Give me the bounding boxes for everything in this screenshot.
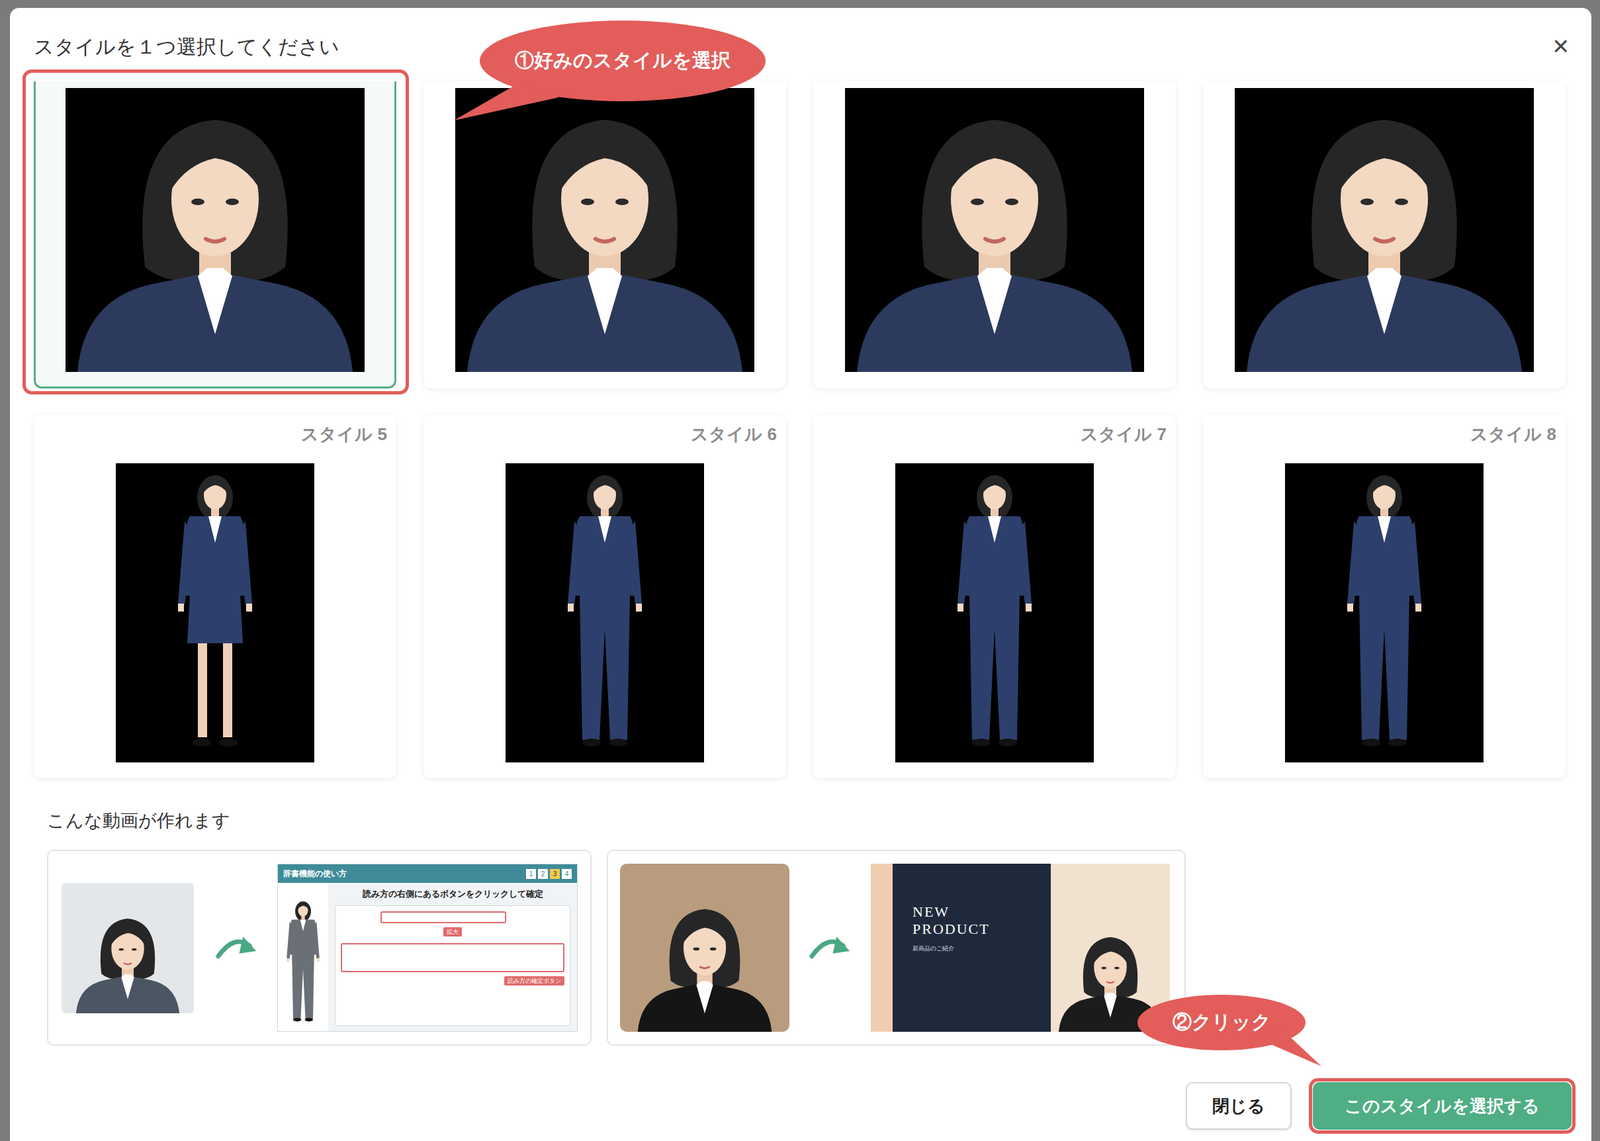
screenshot-header: 辞書機能の使い方 1234 bbox=[277, 864, 578, 883]
slide-panel: NEW PRODUCT 新商品のご紹介 bbox=[892, 863, 1051, 1032]
examples-row: 辞書機能の使い方 1234 読み方の右側にあるボタンをクリックして確定拡大読み方の確… bbox=[9, 849, 1592, 1046]
portrait-image bbox=[1234, 88, 1534, 372]
full-body-image bbox=[115, 463, 315, 763]
step-list: 1234 bbox=[526, 868, 572, 879]
dialog-title: スタイルを１つ選択してください bbox=[33, 34, 1592, 60]
zoom-badge: 拡大 bbox=[443, 927, 462, 937]
product-slide: NEW PRODUCT 新商品のご紹介 bbox=[870, 863, 1170, 1032]
close-button[interactable]: × bbox=[1549, 31, 1572, 61]
full-body-image bbox=[1285, 463, 1484, 763]
example-card: NEW PRODUCT 新商品のご紹介 bbox=[606, 849, 1186, 1046]
step: 3 bbox=[549, 868, 560, 879]
avatar-figure bbox=[282, 895, 324, 1029]
style-card[interactable] bbox=[813, 81, 1176, 389]
style-card[interactable]: スタイル 5 bbox=[33, 414, 397, 779]
style-label: スタイル 6 bbox=[690, 423, 787, 445]
portrait-image bbox=[65, 88, 365, 372]
slide-image bbox=[1050, 863, 1170, 1032]
button-wrapper: 閉じる bbox=[1185, 1081, 1292, 1130]
style-card[interactable] bbox=[1202, 81, 1566, 389]
style-label: スタイル 7 bbox=[1080, 423, 1176, 445]
style-label: スタイル 8 bbox=[1470, 423, 1566, 445]
step: 1 bbox=[526, 868, 536, 879]
highlight-row bbox=[340, 942, 565, 973]
manual-screenshot: 辞書機能の使い方 1234 読み方の右側にあるボタンをクリックして確定拡大読み方の確… bbox=[277, 863, 578, 1032]
step: 4 bbox=[561, 868, 572, 879]
button-wrapper: このスタイルを選択する bbox=[1312, 1081, 1572, 1130]
person-photo bbox=[631, 893, 778, 1032]
avatar-column bbox=[277, 882, 329, 1031]
arrow-icon bbox=[214, 931, 261, 965]
style-card[interactable] bbox=[33, 81, 397, 389]
full-body-image bbox=[505, 463, 705, 763]
source-photo bbox=[61, 882, 194, 1014]
style-card[interactable]: スタイル 7 bbox=[813, 414, 1176, 779]
style-grid: スタイル 5 スタイル 6 スタイル 7 スタイル 8 bbox=[9, 81, 1592, 779]
dialog-header: スタイルを１つ選択してください bbox=[9, 7, 1592, 82]
full-body-image bbox=[895, 463, 1094, 763]
screenshot-title: 辞書機能の使い方 bbox=[283, 867, 347, 880]
source-photo bbox=[620, 863, 790, 1032]
arrow-icon bbox=[807, 931, 854, 965]
screenshot-heading: 読み方の右側にあるボタンをクリックして確定 bbox=[334, 888, 571, 900]
close-dialog-button[interactable]: 閉じる bbox=[1185, 1081, 1292, 1130]
speech-bubble-icon bbox=[1134, 990, 1334, 1077]
slide-subtitle: 新商品のご紹介 bbox=[912, 944, 1051, 954]
style-card[interactable]: スタイル 8 bbox=[1202, 414, 1566, 779]
style-label: スタイル 5 bbox=[301, 423, 397, 445]
click-annotation-frame bbox=[1308, 1077, 1576, 1134]
style-card[interactable] bbox=[423, 81, 787, 389]
screenshot-body: 読み方の右側にあるボタンをクリックして確定拡大読み方の確定ボタン bbox=[277, 882, 578, 1031]
portrait-image bbox=[455, 88, 755, 372]
annotation-bubble: ②クリック bbox=[1134, 990, 1334, 1077]
slide-strip bbox=[870, 863, 893, 1032]
mock-form: 拡大読み方の確定ボタン bbox=[334, 905, 571, 1026]
annotation-text: ②クリック bbox=[1137, 994, 1306, 1051]
speech-bubble-icon bbox=[446, 17, 778, 131]
selection-annotation-frame bbox=[22, 69, 409, 395]
highlight-field bbox=[380, 911, 507, 924]
portrait-image bbox=[844, 88, 1145, 372]
button-row: 閉じるこのスタイルを選択する bbox=[9, 1081, 1592, 1130]
style-dialog: スタイルを１つ選択してください × スタイル 5スタイル 6スタイル 7スタイル… bbox=[9, 7, 1592, 1141]
annotation-bubble: ①好みのスタイルを選択 bbox=[446, 17, 778, 131]
examples-title: こんな動画が作れます bbox=[9, 809, 1592, 832]
confirm-badge: 読み方の確定ボタン bbox=[504, 976, 565, 986]
step: 2 bbox=[537, 868, 548, 879]
example-card: 辞書機能の使い方 1234 読み方の右側にあるボタンをクリックして確定拡大読み方の確… bbox=[46, 849, 592, 1046]
slide-title: NEW PRODUCT bbox=[912, 903, 1012, 938]
screenshot-panel: 読み方の右側にあるボタンをクリックして確定拡大読み方の確定ボタン bbox=[328, 882, 578, 1031]
annotation-text: ①好みのスタイルを選択 bbox=[479, 20, 766, 102]
select-style-button[interactable]: このスタイルを選択する bbox=[1312, 1081, 1572, 1130]
style-card[interactable]: スタイル 6 bbox=[423, 414, 787, 779]
person-photo bbox=[71, 906, 184, 1014]
